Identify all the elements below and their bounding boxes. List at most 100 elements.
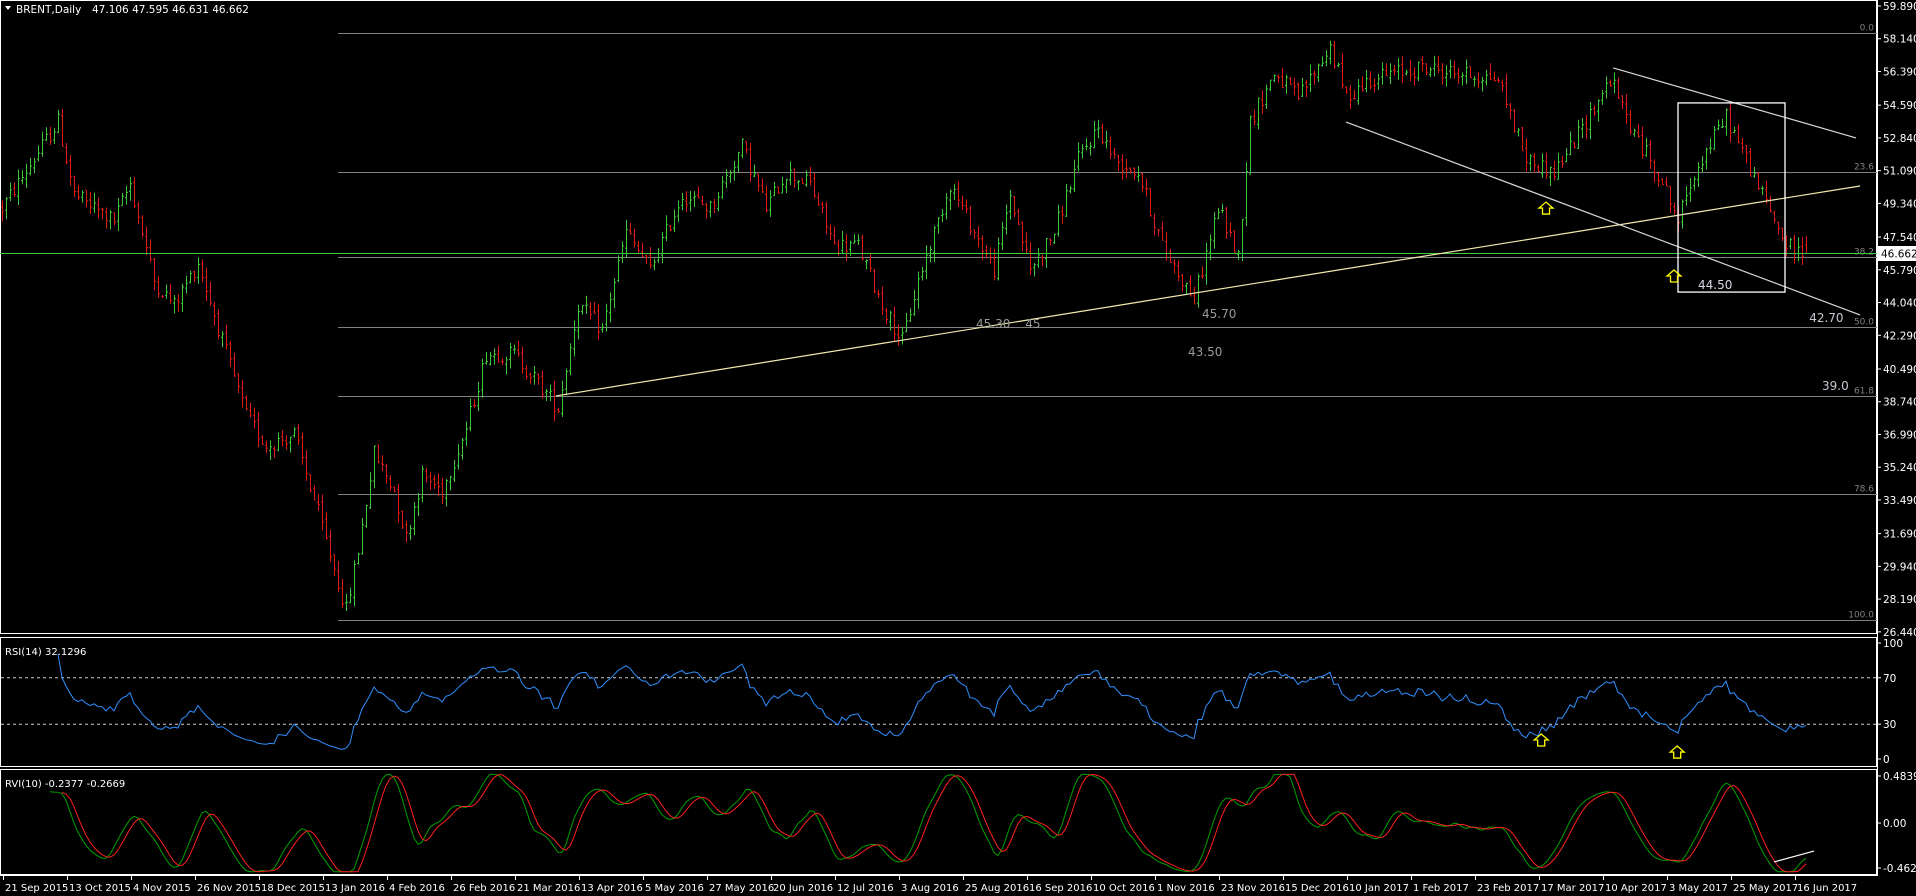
ohlc-bar: [89, 191, 92, 215]
ohlc-bar: [413, 502, 416, 536]
ohlc-bar: [33, 157, 36, 174]
ohlc-bar: [1617, 77, 1620, 99]
ohlc-bar: [1757, 172, 1760, 191]
price-annotation[interactable]: 45.30: [976, 317, 1010, 331]
support-trendline[interactable]: [555, 185, 1861, 397]
ohlc-bar: [1605, 76, 1608, 99]
ohlc-bar: [1349, 85, 1352, 109]
ohlc-bar: [809, 166, 812, 186]
ohlc-bar: [501, 357, 504, 366]
ohlc-bar: [681, 192, 684, 211]
ohlc-bar: [893, 306, 896, 341]
ohlc-bar: [241, 380, 244, 408]
ohlc-bar: [1549, 166, 1552, 186]
ohlc-bar: [937, 217, 940, 234]
buy-arrow-icon[interactable]: [1537, 201, 1555, 215]
ohlc-bar: [1437, 56, 1440, 74]
time-tick-label: 16 Sep 2016: [1029, 883, 1092, 894]
ohlc-bar: [1373, 78, 1376, 93]
ohlc-bar: [1113, 147, 1116, 159]
price-tick-label: 42.290: [1883, 330, 1916, 342]
ohlc-bar: [1149, 188, 1152, 217]
price-tick-label: 29.940: [1883, 561, 1916, 573]
rsi-arrow-icon[interactable]: [1668, 745, 1686, 759]
rsi-arrow-icon[interactable]: [1532, 733, 1550, 747]
ohlc-bar: [5, 197, 8, 220]
ohlc-bar: [489, 351, 492, 366]
ohlc-bar: [485, 351, 488, 365]
price-annotation[interactable]: 42.70: [1809, 311, 1843, 325]
price-annotation[interactable]: 45: [1025, 317, 1040, 331]
ohlc-bar: [625, 219, 628, 258]
ohlc-bar: [1065, 183, 1068, 217]
highlight-rectangle[interactable]: [1677, 102, 1786, 293]
ohlc-bar: [193, 270, 196, 283]
ohlc-bar: [85, 189, 88, 208]
fibonacci-retracement[interactable]: 0.0 23.6 38.2 50.0 61.8 78.6 100.0: [338, 24, 1877, 621]
rvi-divergence-line[interactable]: [1773, 850, 1815, 863]
rsi-tick-label: 100: [1883, 638, 1903, 650]
fib-level-label: 61.8: [1854, 387, 1874, 397]
ohlc-bar: [1377, 73, 1380, 90]
ohlc-bar: [233, 352, 236, 377]
buy-arrow-icon[interactable]: [1665, 269, 1683, 283]
ohlc-bar: [1025, 232, 1028, 254]
rsi-pane-frame: [0, 637, 1877, 767]
ohlc-bar: [297, 424, 300, 446]
ohlc-bar: [1193, 286, 1196, 305]
ohlc-bar: [1509, 102, 1512, 119]
ohlc-bar: [121, 193, 124, 207]
ohlc-bar: [593, 302, 596, 315]
collapse-triangle-icon[interactable]: [5, 6, 11, 10]
ohlc-bar: [1257, 97, 1260, 130]
price-annotation[interactable]: 39.0: [1822, 379, 1849, 393]
ohlc-bar: [105, 207, 108, 229]
ohlc-bar: [629, 222, 632, 235]
ohlc-bar: [621, 241, 624, 264]
ohlc-bar: [237, 373, 240, 394]
price-annotation[interactable]: 44.50: [1698, 278, 1732, 292]
ohlc-bar: [637, 241, 640, 255]
ohlc-bar: [1289, 76, 1292, 86]
ohlc-bar: [77, 184, 80, 201]
price-annotation[interactable]: 45.70: [1202, 307, 1236, 321]
ohlc-bar: [665, 215, 668, 242]
ohlc-bar: [1525, 138, 1528, 172]
ohlc-bar: [1449, 59, 1452, 79]
ohlc-bar: [1097, 119, 1100, 139]
time-tick-label: 10 Apr 2017: [1605, 883, 1667, 894]
ohlc-bar: [1393, 64, 1396, 76]
ohlc-bar: [537, 373, 540, 385]
ohlc-bar: [565, 368, 568, 396]
price-annotation[interactable]: 43.50: [1188, 345, 1222, 359]
ohlc-bar: [1693, 176, 1696, 191]
time-tick-label: 21 Sep 2015: [5, 883, 68, 894]
time-tick-label: 12 Jul 2016: [837, 883, 894, 894]
ohlc-bar: [81, 190, 84, 203]
time-tick-label: 17 Mar 2017: [1541, 883, 1604, 894]
ohlc-bar: [789, 161, 792, 186]
ohlc-bar: [321, 494, 324, 531]
chart-canvas[interactable]: 0.0 23.6 38.2 50.0 61.8 78.6 100.0 45.30 45 45.7…: [0, 0, 1916, 896]
ohlc-bar: [689, 190, 692, 212]
ohlc-bar: [45, 127, 48, 142]
ohlc-bar: [553, 380, 556, 422]
ohlc-bar: [1481, 76, 1484, 92]
ohlc-bar: [1745, 144, 1748, 164]
ohlc-bar: [941, 209, 944, 223]
ohlc-bar: [1697, 162, 1700, 187]
price-tick-label: 59.890: [1883, 1, 1916, 13]
ohlc-bar: [581, 305, 584, 315]
ohlc-bar: [833, 226, 836, 245]
ohlc-bar: [357, 552, 360, 565]
channel-lower-line[interactable]: [1345, 121, 1861, 316]
ohlc-bar: [1321, 56, 1324, 67]
ohlc-bar: [513, 344, 516, 355]
ohlc-bar: [1445, 65, 1448, 87]
ohlc-bar: [1469, 65, 1472, 79]
price-tick-label: 45.790: [1883, 265, 1916, 277]
time-tick-label: 13 Jan 2016: [325, 883, 385, 894]
ohlc-bar: [517, 340, 520, 357]
rsi-tick-label: 0: [1883, 754, 1890, 766]
rsi-tick-label: 30: [1883, 719, 1896, 731]
